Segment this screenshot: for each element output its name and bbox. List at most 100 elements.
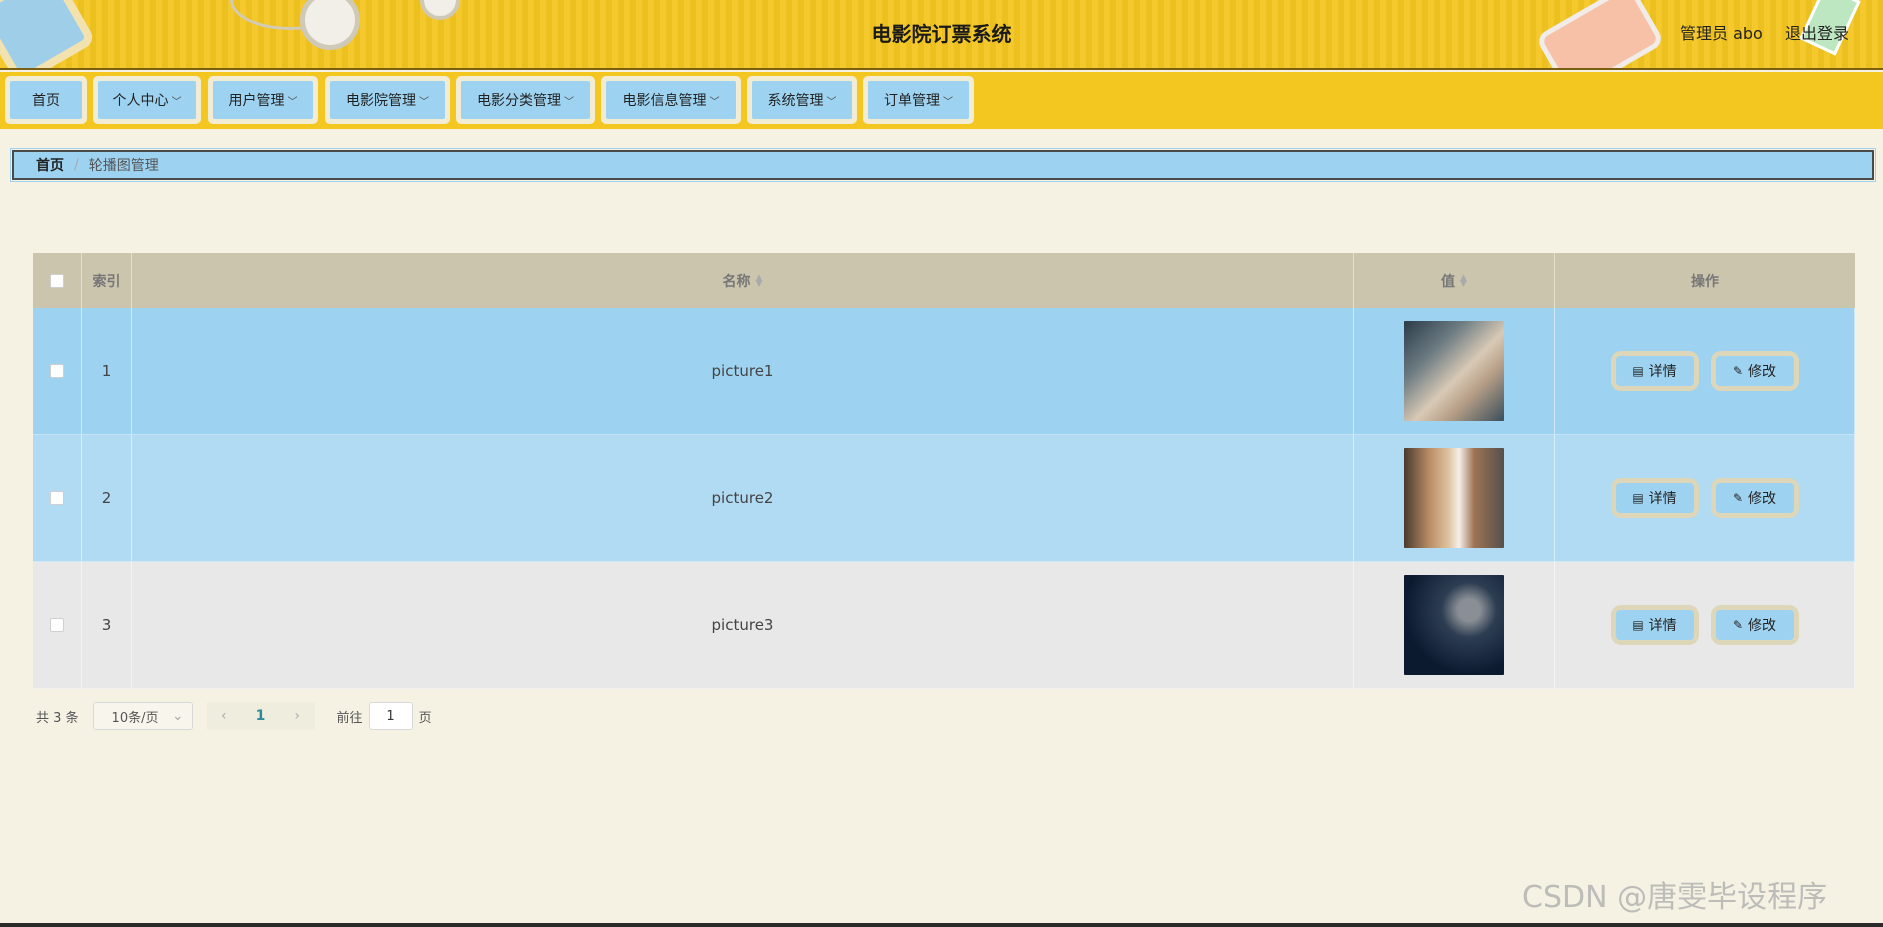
chevron-down-icon: ﹀ [709,96,720,108]
detail-button-label: 详情 [1648,364,1677,380]
nav-item-cinema-management[interactable]: 电影院管理 ﹀ [325,76,450,124]
chevron-down-icon: ﹀ [826,96,837,108]
edit-button-label: 修改 [1748,364,1777,380]
row-checkbox[interactable] [50,491,64,505]
prev-page-icon[interactable]: ‹ [221,708,227,724]
main-nav: 首页 个人中心 ﹀ 用户管理 ﹀ 电影院管理 ﹀ 电影分类管理 ﹀ 电影信息管理 ﹀ 系统… [0,72,1883,129]
watermark: CSDN @唐雯毕设程序 [1522,880,1828,915]
nav-item-order-management[interactable]: 订单管理 ﹀ [863,76,974,124]
select-all-checkbox[interactable] [50,273,64,288]
current-user-label: 管理员 abo [1680,24,1763,43]
chevron-down-icon: ﹀ [419,96,429,108]
edit-button-label: 修改 [1748,618,1777,634]
chevron-down-icon: ﹀ [171,96,182,108]
sort-icon[interactable]: ▲ ▼ [756,273,763,288]
table-header: 索引 名称 ▲ ▼ 值 ▲ ▼ 操作 [33,253,1855,308]
row-name: picture2 [132,435,1354,562]
nav-item-label: 订单管理 [884,93,940,109]
goto-suffix: 页 [418,710,432,726]
next-page-icon[interactable]: › [294,708,300,724]
detail-button[interactable]: ▤ 详情 [1610,605,1699,645]
breadcrumb-home[interactable]: 首页 [36,155,64,175]
nav-item-home[interactable]: 首页 [5,76,87,124]
row-index: 3 [82,562,132,689]
edit-button[interactable]: ✎ 修改 [1710,605,1799,645]
detail-button-label: 详情 [1648,618,1677,634]
nav-item-label: 电影院管理 [346,93,416,109]
pencil-icon: ✎ [1732,491,1744,505]
header-ops-label: 操作 [1691,273,1719,290]
header-checkbox-cell [33,253,82,308]
header-name[interactable]: 名称 ▲ ▼ [132,253,1354,308]
document-icon: ▤ [1632,364,1644,378]
edit-button-label: 修改 [1748,491,1777,507]
nav-item-movie-info-management[interactable]: 电影信息管理 ﹀ [601,76,741,124]
nav-item-label: 电影信息管理 [622,93,707,109]
row-name: picture3 [132,562,1354,689]
nav-item-movie-category-management[interactable]: 电影分类管理 ﹀ [456,76,595,124]
row-index: 2 [82,435,132,562]
document-icon: ▤ [1632,618,1644,632]
pagination: 共 3 条 10条/页 ⌄ ‹ 1 › 前往 1 页 [36,701,432,731]
carousel-thumbnail-image [1404,575,1504,675]
header-value[interactable]: 值 ▲ ▼ [1354,253,1555,308]
page-navigator: ‹ 1 › [206,702,315,730]
page-size-value: 10条/页 [111,710,159,726]
table-row: 1 picture1 ▤ 详情 ✎ 修改 [33,308,1855,435]
carousel-thumbnail-image [1404,448,1504,548]
carousel-table: 索引 名称 ▲ ▼ 值 ▲ ▼ 操作 1 picture1 ▤ 详情 ✎ 修改 2 pict… [33,253,1855,689]
chevron-down-icon: ⌄ [171,708,184,724]
logout-link[interactable]: 退出登录 [1785,20,1849,44]
edit-button[interactable]: ✎ 修改 [1710,478,1799,518]
document-icon: ▤ [1632,491,1644,505]
bottom-border [0,923,1883,927]
detail-button[interactable]: ▤ 详情 [1610,351,1699,391]
pencil-icon: ✎ [1732,618,1744,632]
row-index: 1 [82,308,132,435]
top-header: 电影院订票系统 管理员 abo 退出登录 [0,0,1883,70]
row-name: picture1 [132,308,1354,435]
nav-item-label: 个人中心 [112,93,169,109]
header-ops: 操作 [1555,253,1855,308]
page-number[interactable]: 1 [256,708,266,724]
row-checkbox[interactable] [50,618,64,632]
table-row: 2 picture2 ▤ 详情 ✎ 修改 [33,435,1855,562]
header-index: 索引 [82,253,132,308]
row-value-cell [1354,562,1555,689]
nav-item-label: 系统管理 [767,93,824,109]
pencil-icon: ✎ [1732,364,1744,378]
breadcrumb-current: 轮播图管理 [88,158,159,174]
nav-item-label: 首页 [32,93,60,109]
nav-item-label: 电影分类管理 [477,93,561,109]
detail-button-label: 详情 [1648,491,1677,507]
row-ops: ▤ 详情 ✎ 修改 [1555,435,1855,562]
page-size-select[interactable]: 10条/页 ⌄ [92,702,193,730]
row-checkbox-cell [33,562,82,689]
sort-icon[interactable]: ▲ ▼ [1460,273,1467,288]
row-ops: ▤ 详情 ✎ 修改 [1555,562,1855,689]
row-value-cell [1354,435,1555,562]
row-value-cell [1354,308,1555,435]
header-name-label: 名称 [722,273,751,290]
carousel-thumbnail-image [1404,321,1504,421]
breadcrumb-separator: / [74,157,79,173]
chevron-down-icon: ﹀ [287,96,298,108]
table-row: 3 picture3 ▤ 详情 ✎ 修改 [33,562,1855,689]
row-checkbox[interactable] [50,364,64,378]
header-value-label: 值 [1441,273,1456,290]
total-count: 共 3 条 [36,710,79,726]
row-checkbox-cell [33,308,82,435]
app-title: 电影院订票系统 [871,22,1012,46]
nav-item-personal-center[interactable]: 个人中心 ﹀ [93,76,201,124]
goto-prefix: 前往 [336,710,363,726]
detail-button[interactable]: ▤ 详情 [1610,478,1699,518]
nav-item-label: 用户管理 [228,93,285,109]
chevron-down-icon: ﹀ [564,96,574,108]
goto-page-input[interactable]: 1 [368,702,413,730]
row-checkbox-cell [33,435,82,562]
chevron-down-icon: ﹀ [943,96,953,108]
nav-item-user-management[interactable]: 用户管理 ﹀ [208,76,318,124]
edit-button[interactable]: ✎ 修改 [1710,351,1799,391]
nav-item-system-management[interactable]: 系统管理 ﹀ [747,76,857,124]
breadcrumb: 首页 / 轮播图管理 [10,148,1876,182]
